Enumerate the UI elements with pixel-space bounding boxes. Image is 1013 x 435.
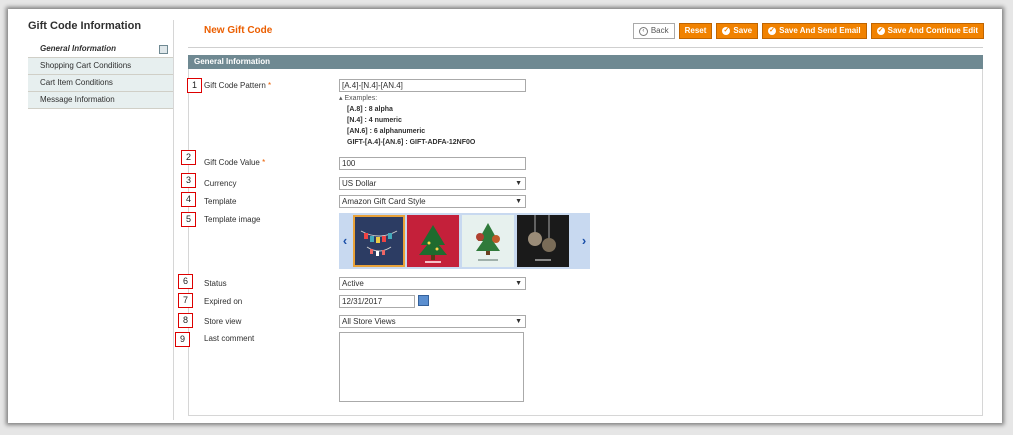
step-marker-6: 6 bbox=[178, 274, 193, 289]
tab-message-information[interactable]: Message Information bbox=[28, 92, 173, 109]
step-marker-8: 8 bbox=[178, 313, 193, 328]
expired-on-label: Expired on bbox=[204, 297, 243, 306]
template-thumbnail-3[interactable] bbox=[462, 215, 514, 267]
example-code: GIFT-[A.4]-[AN.6] bbox=[347, 139, 404, 146]
check-icon: ✓ bbox=[876, 27, 885, 35]
sidebar-divider bbox=[173, 20, 174, 420]
tab-label: Cart Item Conditions bbox=[40, 78, 113, 87]
template-image-label: Template image bbox=[204, 215, 261, 224]
edit-icon bbox=[159, 45, 168, 54]
tab-label: Shopping Cart Conditions bbox=[40, 61, 132, 70]
template-label: Template bbox=[204, 197, 237, 206]
step-marker-4: 4 bbox=[181, 192, 196, 207]
currency-label: Currency bbox=[204, 179, 237, 188]
example-code: [AN.6] bbox=[347, 128, 368, 135]
carousel-prev-icon[interactable]: ‹ bbox=[339, 213, 351, 269]
example-desc: : 6 alphanumeric bbox=[367, 128, 426, 135]
tab-label: General Information bbox=[40, 44, 117, 53]
save-send-email-button[interactable]: ✓ Save And Send Email bbox=[762, 23, 867, 39]
calendar-icon[interactable] bbox=[418, 295, 429, 306]
examples-heading: ▴ Examples: bbox=[339, 95, 378, 102]
app-frame: Gift Code Information General Informatio… bbox=[8, 9, 1002, 423]
template-value: Amazon Gift Card Style bbox=[342, 197, 426, 206]
tab-shopping-cart-conditions[interactable]: Shopping Cart Conditions bbox=[28, 58, 173, 75]
tree-image bbox=[419, 225, 447, 263]
examples-heading-text: Examples: bbox=[344, 95, 378, 102]
pattern-examples: ▴ Examples: [A.8] : 8 alpha [N.4] : 4 nu… bbox=[339, 93, 475, 148]
step-marker-1: 1 bbox=[187, 78, 202, 93]
currency-value: US Dollar bbox=[342, 179, 377, 188]
store-view-value: All Store Views bbox=[342, 317, 396, 326]
sidebar-title: Gift Code Information bbox=[28, 20, 142, 32]
toolbar: ‹ Back Reset ✓ Save ✓ Save And Send Emai… bbox=[632, 23, 984, 39]
reset-label: Reset bbox=[684, 26, 707, 35]
example-row: [A.8] : 8 alpha bbox=[339, 104, 475, 115]
save-button[interactable]: ✓ Save bbox=[716, 23, 759, 39]
step-marker-5: 5 bbox=[181, 212, 196, 227]
gift-code-pattern-input[interactable]: [A.4]-[N.4]-[AN.4] bbox=[339, 79, 526, 92]
reindeer-tree-image bbox=[476, 223, 500, 261]
carousel-next-icon[interactable]: › bbox=[578, 213, 590, 269]
status-value: Active bbox=[342, 279, 364, 288]
example-row: [AN.6] : 6 alphanumeric bbox=[339, 126, 475, 137]
status-label: Status bbox=[204, 279, 227, 288]
sidebar-tabs: General Information Shopping Cart Condit… bbox=[28, 41, 173, 109]
value-label-text: Gift Code Value bbox=[204, 158, 260, 167]
store-view-label: Store view bbox=[204, 317, 242, 326]
required-marker: * bbox=[262, 158, 266, 167]
save-send-email-label: Save And Send Email bbox=[779, 26, 861, 35]
template-select[interactable]: Amazon Gift Card Style ▼ bbox=[339, 195, 526, 208]
pattern-label-text: Gift Code Pattern bbox=[204, 81, 266, 90]
tab-general-information[interactable]: General Information bbox=[28, 41, 173, 58]
dropdown-arrow-icon: ▼ bbox=[515, 318, 522, 325]
back-label: Back bbox=[650, 26, 669, 35]
save-label: Save bbox=[733, 26, 753, 35]
step-marker-9: 9 bbox=[175, 332, 190, 347]
back-arrow-icon: ‹ bbox=[638, 26, 648, 36]
header-divider bbox=[188, 47, 983, 48]
pattern-label: Gift Code Pattern * bbox=[204, 81, 271, 90]
template-thumbnail-4[interactable] bbox=[517, 215, 569, 267]
page-title: New Gift Code bbox=[204, 25, 273, 36]
last-comment-label: Last comment bbox=[204, 334, 255, 343]
template-thumbnail-2[interactable] bbox=[407, 215, 459, 267]
status-select[interactable]: Active ▼ bbox=[339, 277, 526, 290]
required-marker: * bbox=[268, 81, 272, 90]
section-header: General Information bbox=[188, 55, 983, 69]
reset-button[interactable]: Reset bbox=[678, 23, 713, 39]
save-continue-label: Save And Continue Edit bbox=[887, 26, 978, 35]
step-marker-3: 3 bbox=[181, 173, 196, 188]
expired-on-input[interactable]: 12/31/2017 bbox=[339, 295, 415, 308]
save-continue-edit-button[interactable]: ✓ Save And Continue Edit bbox=[870, 23, 984, 39]
example-desc: : 4 numeric bbox=[362, 117, 402, 124]
example-desc: : GIFT-ADFA-12NF0O bbox=[403, 139, 476, 146]
example-code: [N.4] bbox=[347, 117, 363, 124]
bunting-image bbox=[360, 230, 398, 256]
tab-cart-item-conditions[interactable]: Cart Item Conditions bbox=[28, 75, 173, 92]
example-row: [N.4] : 4 numeric bbox=[339, 115, 475, 126]
tab-label: Message Information bbox=[40, 95, 115, 104]
check-icon: ✓ bbox=[768, 27, 777, 35]
value-label: Gift Code Value * bbox=[204, 158, 265, 167]
step-marker-7: 7 bbox=[178, 293, 193, 308]
currency-select[interactable]: US Dollar ▼ bbox=[339, 177, 526, 190]
last-comment-textarea[interactable] bbox=[339, 332, 524, 402]
example-desc: : 8 alpha bbox=[362, 106, 393, 113]
store-view-select[interactable]: All Store Views ▼ bbox=[339, 315, 526, 328]
example-row: GIFT-[A.4]-[AN.6] : GIFT-ADFA-12NF0O bbox=[339, 137, 475, 148]
step-marker-2: 2 bbox=[181, 150, 196, 165]
template-image-carousel: ‹ › bbox=[339, 213, 590, 269]
dropdown-arrow-icon: ▼ bbox=[515, 180, 522, 187]
example-code: [A.8] bbox=[347, 106, 363, 113]
dropdown-arrow-icon: ▼ bbox=[515, 280, 522, 287]
ornaments-image bbox=[528, 215, 556, 261]
gift-code-value-input[interactable]: 100 bbox=[339, 157, 526, 170]
template-thumbnail-1[interactable] bbox=[353, 215, 405, 267]
check-icon: ✓ bbox=[722, 27, 731, 35]
back-button[interactable]: ‹ Back bbox=[632, 23, 675, 39]
dropdown-arrow-icon: ▼ bbox=[515, 198, 522, 205]
